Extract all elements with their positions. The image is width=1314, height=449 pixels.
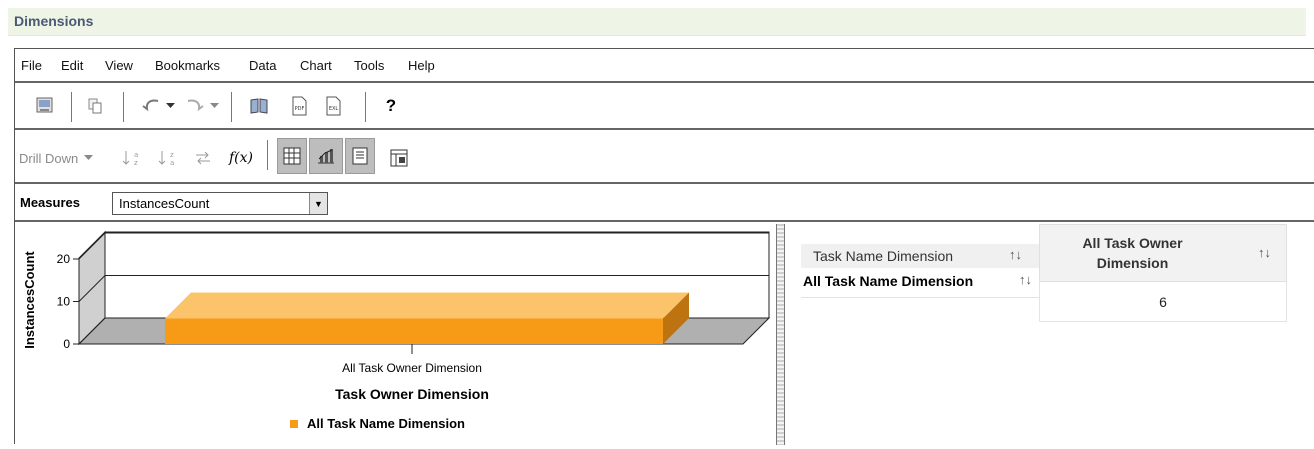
sort-icon[interactable]: ↑↓ xyxy=(1009,247,1022,262)
window-title: Dimensions xyxy=(14,13,94,29)
svg-text:PDF: PDF xyxy=(295,106,305,112)
x-tick-label: All Task Owner Dimension xyxy=(342,361,482,375)
bar-top xyxy=(165,292,689,319)
measures-selected-value: InstancesCount xyxy=(119,196,210,211)
help-icon[interactable]: ? xyxy=(379,94,403,118)
menu-chart[interactable]: Chart xyxy=(300,58,332,73)
report-icon[interactable] xyxy=(33,94,57,118)
redo-icon[interactable] xyxy=(183,94,207,118)
table-view-icon[interactable] xyxy=(277,138,307,174)
crosstab-pane: Task Name Dimension ↑↓ All Task Name Dim… xyxy=(786,224,1314,445)
y-tick-label: 0 xyxy=(63,337,70,351)
drill-down-label: Drill Down xyxy=(19,150,79,166)
svg-text:a: a xyxy=(170,159,174,167)
menu-bar: File Edit View Bookmarks Data Chart Tool… xyxy=(15,49,1314,83)
menu-file[interactable]: File xyxy=(21,58,42,73)
table-cell: 6 xyxy=(1039,282,1287,322)
analysis-toolbar: Drill Down az za f(x) xyxy=(15,132,1314,184)
x-axis-label: Task Owner Dimension xyxy=(335,386,489,402)
legend-swatch xyxy=(290,420,298,428)
menu-view[interactable]: View xyxy=(105,58,133,73)
bar xyxy=(165,318,663,344)
measures-bar: Measures InstancesCount ▼ xyxy=(15,186,1314,222)
drill-down-button[interactable]: Drill Down xyxy=(19,146,111,170)
pane-splitter[interactable] xyxy=(777,224,785,445)
svg-text:z: z xyxy=(134,159,138,167)
formula-icon[interactable]: f(x) xyxy=(227,146,255,170)
menu-data[interactable]: Data xyxy=(249,58,276,73)
y-tick-label: 10 xyxy=(57,295,71,309)
y-tick-label: 20 xyxy=(57,252,71,266)
bookmarks-icon[interactable] xyxy=(247,94,271,118)
column-member-header[interactable]: All Task Owner Dimension ↑↓ xyxy=(1039,224,1287,282)
row-member-label: All Task Name Dimension xyxy=(803,273,974,289)
measures-select[interactable]: InstancesCount ▼ xyxy=(112,192,328,215)
copy-icon[interactable] xyxy=(83,94,107,118)
redo-dropdown-icon[interactable] xyxy=(208,94,220,118)
svg-text:EXL: EXL xyxy=(329,106,339,112)
sort-icon[interactable]: ↑↓ xyxy=(1019,272,1032,287)
main-toolbar: PDF EXL ? xyxy=(15,84,1314,130)
row-dimension-label: Task Name Dimension xyxy=(813,248,954,264)
title-bar: Dimensions xyxy=(8,8,1306,36)
sort-icon[interactable]: ↑↓ xyxy=(1258,245,1271,260)
row-member-header[interactable]: All Task Name Dimension ↑↓ xyxy=(801,268,1039,298)
column-member-label: All Task Owner Dimension xyxy=(1082,235,1183,271)
svg-text:z: z xyxy=(170,151,174,159)
export-pdf-icon[interactable]: PDF xyxy=(287,94,311,118)
menu-bookmarks[interactable]: Bookmarks xyxy=(155,58,220,73)
chevron-down-icon[interactable]: ▼ xyxy=(309,193,327,214)
measures-label: Measures xyxy=(20,195,80,210)
sort-ascending-icon[interactable]: az xyxy=(119,146,143,170)
y-axis-label: InstancesCount xyxy=(22,251,37,349)
menu-help[interactable]: Help xyxy=(408,58,435,73)
report-view-icon[interactable] xyxy=(345,138,375,174)
legend-label: All Task Name Dimension xyxy=(307,416,465,431)
sort-descending-icon[interactable]: za xyxy=(155,146,179,170)
undo-dropdown-icon[interactable] xyxy=(164,94,176,118)
menu-edit[interactable]: Edit xyxy=(61,58,83,73)
chart-pane: InstancesCount 0 10 20 All Task Owner Dime… xyxy=(15,224,777,445)
analysis-frame: File Edit View Bookmarks Data Chart Tool… xyxy=(14,48,1314,445)
undo-icon[interactable] xyxy=(139,94,163,118)
row-dimension-header[interactable]: Task Name Dimension ↑↓ xyxy=(801,244,1039,268)
export-excel-icon[interactable]: EXL xyxy=(321,94,345,118)
layout-icon[interactable] xyxy=(385,146,413,170)
svg-text:a: a xyxy=(134,151,138,159)
bar-chart: InstancesCount 0 10 20 All Task Owner Dime… xyxy=(22,230,771,431)
chart-view-icon[interactable] xyxy=(309,138,343,174)
swap-axes-icon[interactable] xyxy=(191,146,215,170)
menu-tools[interactable]: Tools xyxy=(354,58,384,73)
